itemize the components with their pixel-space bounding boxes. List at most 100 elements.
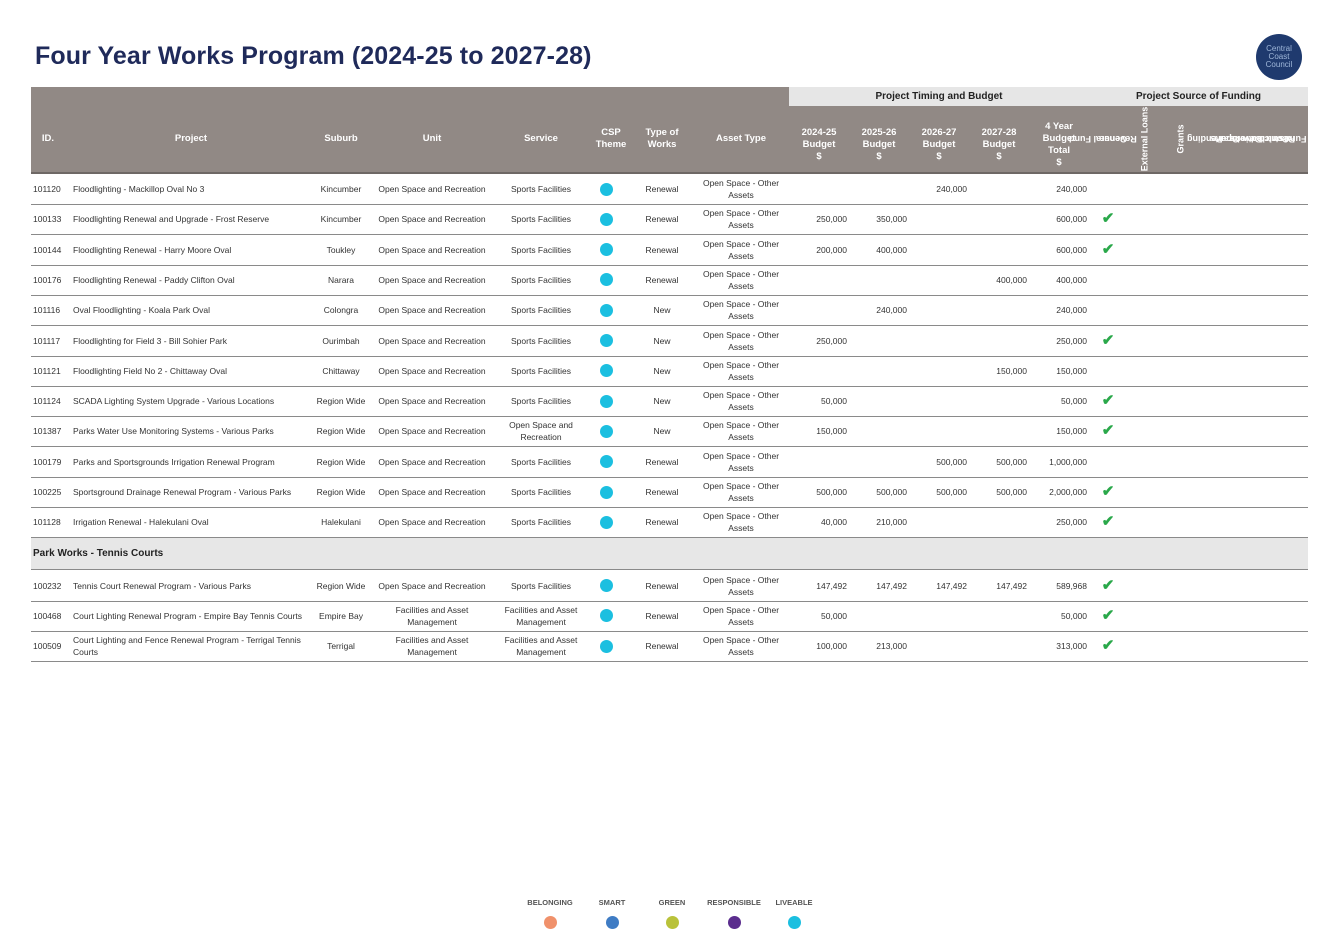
csp-theme-cell	[591, 174, 621, 204]
legend-item-belonging: BELONGING	[520, 898, 580, 929]
cell-suburb: Kincumber	[320, 214, 362, 225]
cell-suburb: Narara	[328, 274, 354, 285]
cell-asset: Open Space - Other Assets	[702, 299, 780, 322]
cell-service: Sports Facilities	[511, 244, 571, 255]
cell-b2627	[911, 265, 967, 295]
cell-suburb: Kincumber	[320, 184, 362, 194]
liveable-theme-dot-icon	[599, 303, 613, 317]
header-line: Works	[647, 139, 677, 150]
cell-unit: Open Space and Recreation	[378, 517, 486, 528]
cell-project: SCADA Lighting System Upgrade - Various …	[73, 396, 275, 407]
header-line: 2025-26	[861, 127, 897, 138]
header-line: 2024-25	[801, 127, 837, 138]
table-row: 100179 Parks and Sportsgrounds Irrigation…	[31, 447, 1308, 478]
header-band: Project Timing and Budget Project Source…	[31, 87, 1308, 106]
general-fund-cell: ✔	[1097, 601, 1119, 631]
cell-unit: Open Space and Recreation	[378, 426, 486, 437]
cell-b2425: 250,000	[816, 335, 847, 346]
col-header-project: Project	[174, 133, 208, 144]
cell-service: Sports Facilities	[511, 396, 571, 407]
cell-asset: Open Space - Other Assets	[702, 574, 780, 597]
cell-b2627	[911, 386, 967, 416]
cell-service: Sports Facilities	[511, 487, 571, 497]
table-row: 101116 Oval Floodlighting - Koala Park Ov…	[31, 295, 1308, 327]
cell-suburb: Chittaway	[322, 365, 360, 376]
csp-theme-legend: BELONGING SMART GREEN RESPONSIBLE LIVEAB…	[520, 898, 830, 938]
cell-asset: Open Space - Other Assets	[702, 604, 780, 627]
csp-theme-cell	[591, 265, 621, 295]
cell-b2728	[971, 507, 1027, 537]
checkmark-icon: ✔	[1101, 422, 1115, 440]
cell-asset: Open Space - Other Assets	[702, 511, 780, 534]
cell-id: 100176	[33, 274, 62, 285]
table-row: 100225 Sportsground Drainage Renewal Prog…	[31, 477, 1308, 508]
cell-id: 101117	[33, 335, 61, 346]
legend-label: LIVEABLE	[775, 898, 813, 907]
cell-unit: Open Space and Recreation	[378, 274, 486, 285]
cell-total: 400,000	[1056, 274, 1087, 285]
cell-b2425: 50,000	[821, 396, 847, 407]
cell-b2728	[971, 174, 1027, 204]
cell-b2526: 350,000	[876, 214, 907, 225]
cell-suburb: Empire Bay	[319, 610, 363, 621]
cell-type: Renewal	[645, 244, 679, 255]
cell-total: 250,000	[1056, 335, 1087, 346]
cell-b2728	[971, 631, 1027, 661]
checkmark-icon: ✔	[1101, 483, 1115, 500]
cell-project: Floodlighting Field No 2 - Chittaway Ova…	[73, 365, 228, 376]
header-line: External Loans	[1139, 106, 1149, 172]
cell-suburb: Region Wide	[316, 580, 366, 591]
liveable-theme-dot-icon	[599, 364, 613, 378]
header-line: $	[996, 151, 1002, 162]
cell-b2728	[971, 326, 1027, 356]
cell-id: 100225	[33, 487, 62, 497]
col-header-suburb: Suburb	[324, 133, 358, 144]
cell-id: 100509	[33, 641, 62, 652]
general-fund-cell	[1097, 295, 1119, 325]
cell-project: Parks and Sportsgrounds Irrigation Renew…	[73, 456, 275, 467]
col-header-external-loans: External Loans	[1135, 106, 1153, 172]
legend-label: GREEN	[658, 898, 686, 907]
general-fund-cell: ✔	[1097, 507, 1119, 537]
cell-b2627	[911, 601, 967, 631]
cell-asset: Open Space - Other Assets	[702, 238, 780, 261]
cell-project: Irrigation Renewal - Halekulani Oval	[73, 517, 209, 528]
cell-b2425	[791, 447, 847, 477]
cell-unit: Open Space and Recreation	[378, 214, 486, 225]
cell-b2627	[911, 326, 967, 356]
belonging-dot-icon	[543, 916, 557, 929]
table-row: 101120 Floodlighting - Mackillop Oval No …	[31, 174, 1308, 205]
liveable-dot-icon	[787, 916, 801, 929]
cell-type: New	[653, 365, 671, 376]
cell-unit: Facilities and Asset Management	[395, 635, 469, 658]
cell-id: 101128	[33, 517, 61, 528]
cell-b2627: 240,000	[936, 184, 967, 194]
table-row: 101121 Floodlighting Field No 2 - Chittaw…	[31, 356, 1308, 387]
cell-b2425: 250,000	[816, 214, 847, 225]
cell-b2526	[851, 386, 907, 416]
cell-service: Sports Facilities	[511, 274, 571, 285]
cell-unit: Open Space and Recreation	[378, 184, 486, 194]
cell-suburb: Terrigal	[327, 641, 355, 652]
header-band-blank	[31, 87, 789, 106]
cell-b2728	[971, 601, 1027, 631]
header-line: CSP	[601, 127, 621, 138]
cell-service: Sports Facilities	[511, 456, 571, 467]
cell-type: New	[653, 396, 671, 407]
header-line: $	[936, 151, 942, 162]
table-row: 101124 SCADA Lighting System Upgrade - Va…	[31, 386, 1308, 418]
cell-b2728: 500,000	[996, 487, 1027, 497]
cell-total: 50,000	[1061, 396, 1087, 407]
cell-id: 101116	[33, 305, 61, 316]
header-line: $	[816, 151, 822, 162]
legend-item-liveable: LIVEABLE	[764, 898, 824, 929]
table-row: 101387 Parks Water Use Monitoring Systems…	[31, 416, 1308, 448]
csp-theme-cell	[591, 386, 621, 416]
cell-suburb: Colongra	[323, 305, 359, 316]
cell-id: 101387	[33, 426, 62, 437]
header-line: Budget	[922, 139, 956, 150]
cell-b2627: 500,000	[936, 487, 967, 497]
cell-b2425: 147,492	[816, 580, 847, 591]
col-header-service: Service	[524, 133, 558, 144]
funding-band-label: Project Source of Funding	[1089, 87, 1308, 106]
